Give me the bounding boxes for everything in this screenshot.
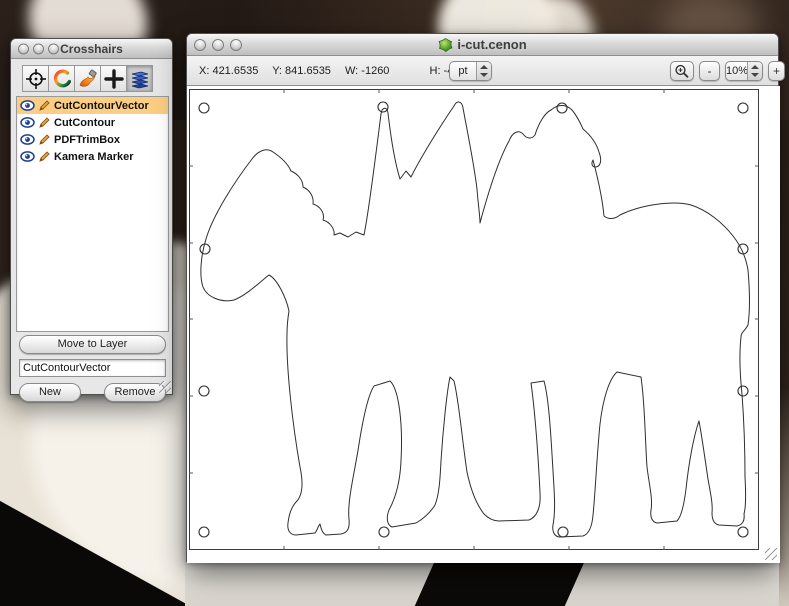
layer-visible-eye-icon[interactable]	[20, 100, 35, 111]
drawing-canvas[interactable]	[187, 86, 780, 563]
layer-editable-pencil-icon[interactable]	[38, 99, 51, 112]
unit-value: pt	[450, 62, 476, 80]
palette-toolbar	[23, 65, 153, 92]
zoom-in-button[interactable]: +	[768, 61, 785, 81]
move-to-layer-button[interactable]: Move to Layer	[19, 335, 166, 354]
layer-name: Kamera Marker	[54, 151, 134, 163]
magnifier-plus-icon	[674, 64, 690, 79]
layer-row-pdftrimbox[interactable]: PDFTrimBox	[17, 131, 168, 148]
palette-titlebar[interactable]: Crosshairs	[11, 39, 172, 59]
coordinate-readout: X: 421.6535 Y: 841.6535 W: -1260 H: -432…	[199, 65, 483, 77]
crosshairs-palette-window: Crosshairs	[10, 38, 173, 395]
layers-tool-button[interactable]	[126, 65, 153, 92]
zoom-level-value: 10%	[726, 62, 747, 80]
layer-name: CutContour	[54, 117, 115, 129]
background-photo-right	[779, 120, 789, 606]
coord-x: X: 421.6535	[199, 65, 258, 77]
unit-stepper[interactable]	[476, 62, 491, 80]
layers-icon	[129, 68, 151, 90]
airbrush-icon	[77, 68, 99, 90]
layer-visible-eye-icon[interactable]	[20, 151, 35, 162]
layer-row-kamera-marker[interactable]: Kamera Marker	[17, 148, 168, 165]
document-title: i-cut.cenon	[457, 37, 526, 52]
window-resize-grip[interactable]	[765, 548, 777, 560]
coord-y: Y: 841.6535	[272, 65, 331, 77]
coord-w: W: -1260	[345, 65, 389, 77]
palette-title: Crosshairs	[11, 42, 172, 56]
document-titlebar[interactable]: i-cut.cenon	[187, 34, 778, 56]
new-layer-button[interactable]: New	[19, 383, 81, 402]
unit-popup[interactable]: pt	[449, 61, 492, 81]
palette-resize-grip[interactable]	[159, 381, 171, 393]
remove-layer-button[interactable]: Remove	[104, 383, 166, 402]
layer-visible-eye-icon[interactable]	[20, 134, 35, 145]
layer-row-cutcontour[interactable]: CutContour	[17, 114, 168, 131]
plus-cursor-icon	[103, 68, 125, 90]
layer-editable-pencil-icon[interactable]	[38, 133, 51, 146]
layer-row-cutcontourvector[interactable]: CutContourVector	[17, 97, 168, 114]
document-window: i-cut.cenon X: 421.6535 Y: 841.6535 W: -…	[186, 33, 779, 562]
layer-editable-pencil-icon[interactable]	[38, 150, 51, 163]
document-toolbar: X: 421.6535 Y: 841.6535 W: -1260 H: -432…	[187, 56, 778, 86]
layer-name: PDFTrimBox	[54, 134, 120, 146]
layer-list[interactable]: CutContourVector CutContour PDFTrimBox K…	[16, 96, 169, 332]
magnify-tool-button[interactable]	[670, 61, 694, 81]
background-dark-band	[415, 560, 585, 606]
crosshair-tool-button[interactable]	[22, 65, 49, 92]
airbrush-tool-button[interactable]	[74, 65, 101, 92]
cut-contour-drawing	[189, 89, 759, 550]
zoom-level-popup[interactable]: 10%	[725, 61, 763, 81]
layer-editable-pencil-icon[interactable]	[38, 116, 51, 129]
add-point-tool-button[interactable]	[100, 65, 127, 92]
crosshair-icon	[25, 68, 47, 90]
layer-visible-eye-icon[interactable]	[20, 117, 35, 128]
rotate-color-tool-button[interactable]	[48, 65, 75, 92]
zoom-stepper[interactable]	[747, 62, 762, 80]
cenon-doc-icon	[438, 38, 453, 52]
zoom-out-button[interactable]: -	[699, 61, 720, 81]
rotate-color-icon	[51, 68, 73, 90]
layer-name-input[interactable]	[19, 359, 166, 377]
page-border	[190, 90, 759, 550]
layer-name: CutContourVector	[54, 100, 149, 112]
